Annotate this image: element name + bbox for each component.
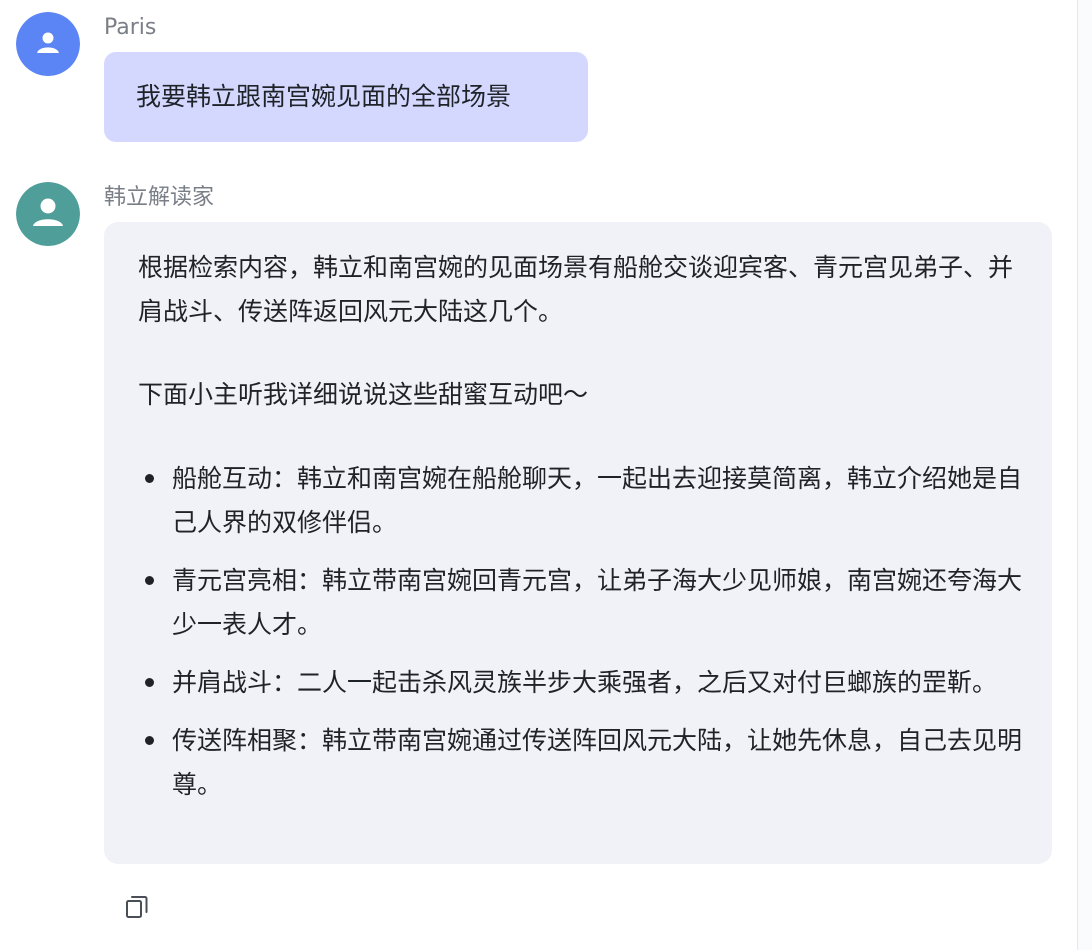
scene-item-text: 并肩战斗：二人一起击杀风灵族半步大乘强者，之后又对付巨螂族的罡靳。 — [172, 668, 998, 697]
user-avatar — [16, 12, 80, 76]
copy-button[interactable] — [118, 888, 156, 926]
assistant-message-bubble: 根据检索内容，韩立和南宫婉的见面场景有船舱交谈迎宾客、青元宫见弟子、并肩战斗、传… — [104, 222, 1052, 864]
scene-list-item: 船舱互动：韩立和南宫婉在船舱聊天，一起出去迎接莫简离，韩立介绍她是自己人界的双修… — [138, 457, 1022, 545]
scene-item-text: 船舱互动：韩立和南宫婉在船舱聊天，一起出去迎接莫简离，韩立介绍她是自己人界的双修… — [172, 464, 1023, 537]
person-icon — [16, 182, 80, 246]
user-message-text: 我要韩立跟南宫婉见面的全部场景 — [136, 82, 512, 111]
scene-list: 船舱互动：韩立和南宫婉在船舱聊天，一起出去迎接莫简离，韩立介绍她是自己人界的双修… — [138, 457, 1022, 807]
assistant-intro-text: 根据检索内容，韩立和南宫婉的见面场景有船舱交谈迎宾客、青元宫见弟子、并肩战斗、传… — [138, 253, 1014, 326]
right-scroll-edge — [1077, 0, 1092, 950]
bullet-icon — [145, 678, 154, 687]
person-icon — [16, 12, 80, 76]
assistant-lead-text: 下面小主听我详细说说这些甜蜜互动吧～ — [138, 380, 589, 409]
user-message-bubble: 我要韩立跟南宫婉见面的全部场景 — [104, 52, 588, 142]
user-sender-name: Paris — [104, 15, 157, 40]
copy-icon — [126, 896, 148, 918]
bullet-icon — [145, 474, 154, 483]
scene-list-item: 并肩战斗：二人一起击杀风灵族半步大乘强者，之后又对付巨螂族的罡靳。 — [138, 661, 1022, 705]
scene-item-text: 青元宫亮相：韩立带南宫婉回青元宫，让弟子海大少见师娘，南宫婉还夸海大少一表人才。 — [172, 566, 1023, 639]
scene-list-item: 青元宫亮相：韩立带南宫婉回青元宫，让弟子海大少见师娘，南宫婉还夸海大少一表人才。 — [138, 559, 1022, 647]
assistant-avatar — [16, 182, 80, 246]
assistant-sender-name: 韩立解读家 — [104, 185, 215, 210]
scene-item-text: 传送阵相聚：韩立带南宫婉通过传送阵回风元大陆，让她先休息，自己去见明尊。 — [172, 726, 1023, 799]
scene-list-item: 传送阵相聚：韩立带南宫婉通过传送阵回风元大陆，让她先休息，自己去见明尊。 — [138, 719, 1022, 807]
bullet-icon — [145, 576, 154, 585]
bullet-icon — [145, 736, 154, 745]
